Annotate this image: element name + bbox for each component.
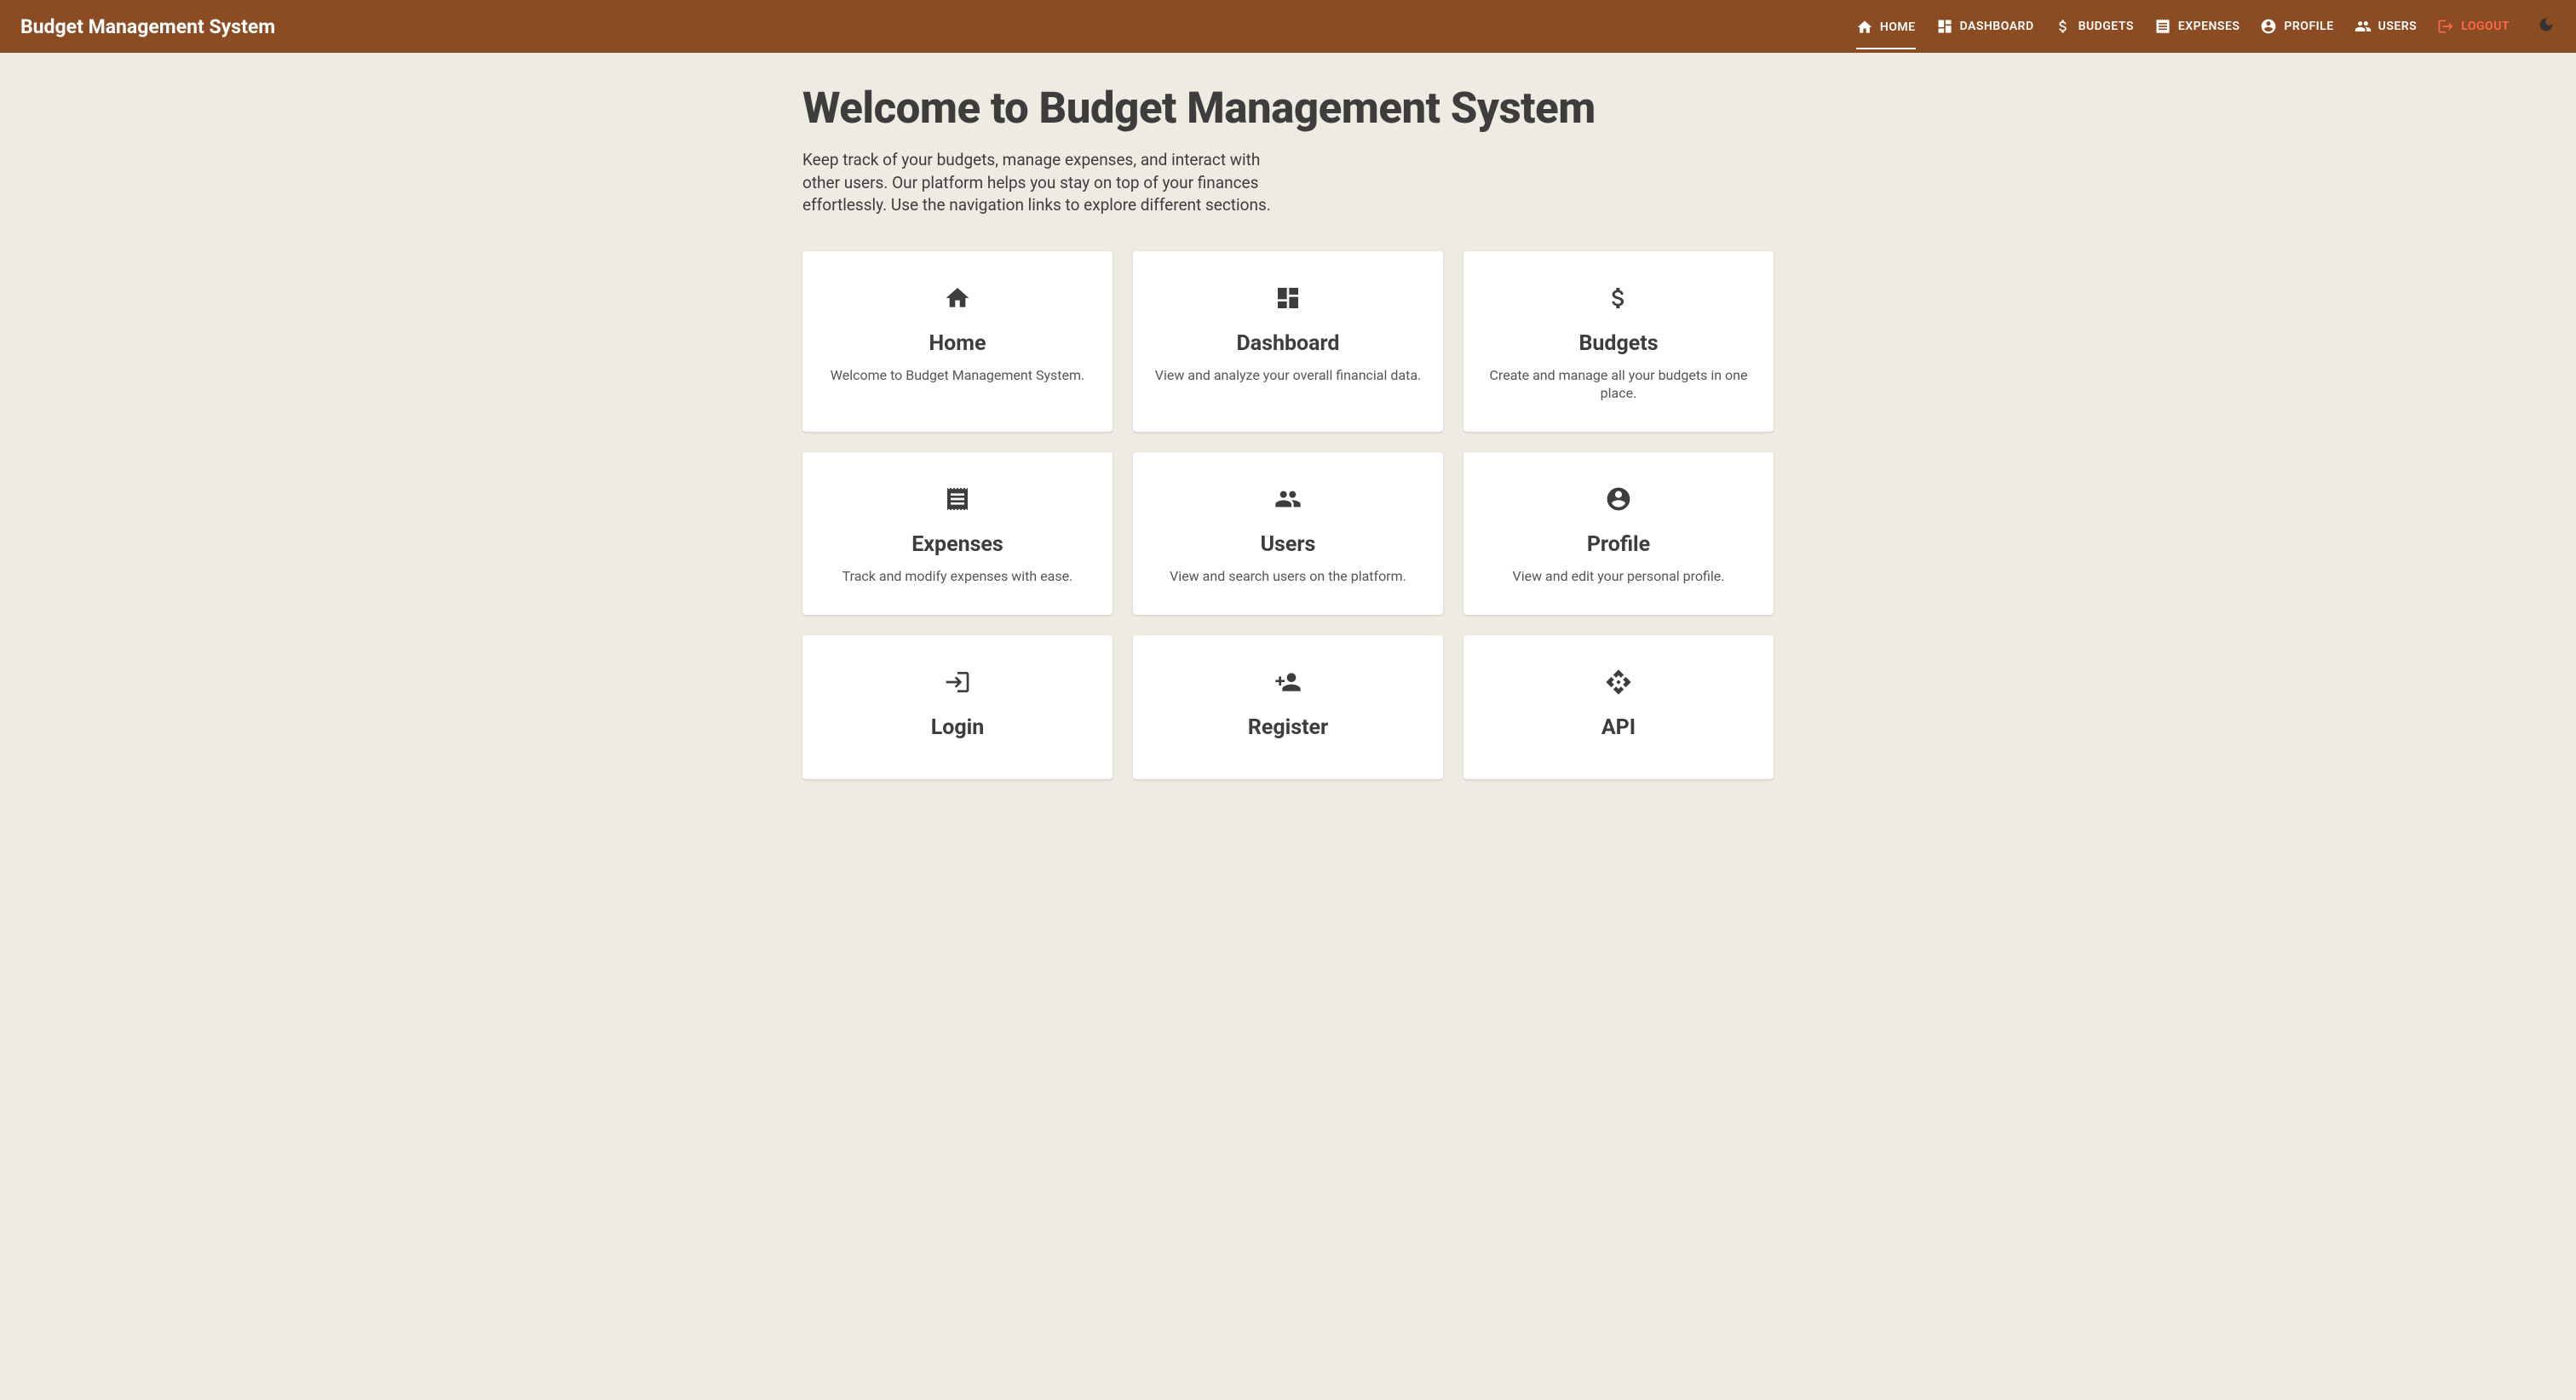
card-title: Home (823, 331, 1092, 356)
card-profile[interactable]: Profile View and edit your personal prof… (1463, 452, 1774, 615)
nav-label: BUDGETS (2079, 20, 2134, 33)
nav-label: EXPENSES (2178, 20, 2240, 33)
home-icon (943, 284, 972, 313)
account-circle-icon (2260, 18, 2277, 35)
dashboard-icon (1274, 284, 1302, 313)
card-description: View and search users on the platform. (1153, 567, 1423, 586)
receipt-icon (2154, 18, 2171, 35)
nav-logout[interactable]: LOGOUT (2437, 14, 2510, 38)
nav-label: PROFILE (2284, 20, 2333, 33)
dashboard-icon (1936, 18, 1953, 35)
nav-users[interactable]: USERS (2355, 14, 2418, 38)
card-login[interactable]: Login (802, 635, 1113, 779)
theme-toggle[interactable] (2537, 17, 2556, 36)
card-description: Welcome to Budget Management System. (823, 366, 1092, 385)
nav-label: HOME (1880, 20, 1916, 34)
card-api[interactable]: API (1463, 635, 1774, 779)
card-description: View and analyze your overall financial … (1153, 366, 1423, 385)
page-description: Keep track of your budgets, manage expen… (802, 149, 1279, 217)
card-users[interactable]: Users View and search users on the platf… (1133, 452, 1443, 615)
card-title: Profile (1484, 532, 1753, 557)
card-title: Dashboard (1153, 331, 1423, 356)
card-register[interactable]: Register (1133, 635, 1443, 779)
receipt-icon (943, 485, 972, 514)
card-title: Login (823, 715, 1092, 740)
nav-label: LOGOUT (2461, 20, 2510, 33)
card-title: Budgets (1484, 331, 1753, 356)
card-home[interactable]: Home Welcome to Budget Management System… (802, 251, 1113, 432)
logout-icon (2437, 18, 2454, 35)
dollar-icon (2055, 18, 2072, 35)
nav-label: DASHBOARD (1960, 20, 2034, 33)
card-title: API (1484, 715, 1753, 740)
login-icon (943, 668, 972, 697)
card-title: Register (1153, 715, 1423, 740)
nav-items: HOME DASHBOARD BUDGETS EXPENSES PROFILE (1856, 14, 2556, 38)
account-circle-icon (1604, 485, 1633, 514)
card-budgets[interactable]: Budgets Create and manage all your budge… (1463, 251, 1774, 432)
moon-icon (2538, 16, 2555, 37)
card-description: View and edit your personal profile. (1484, 567, 1753, 586)
nav-dashboard[interactable]: DASHBOARD (1936, 14, 2034, 38)
card-title: Users (1153, 532, 1423, 557)
api-icon (1604, 668, 1633, 697)
person-add-icon (1274, 668, 1302, 697)
navbar: Budget Management System HOME DASHBOARD … (0, 0, 2576, 53)
people-icon (2355, 18, 2372, 35)
card-expenses[interactable]: Expenses Track and modify expenses with … (802, 452, 1113, 615)
home-icon (1856, 19, 1873, 36)
card-title: Expenses (823, 532, 1092, 557)
card-dashboard[interactable]: Dashboard View and analyze your overall … (1133, 251, 1443, 432)
dollar-icon (1604, 284, 1633, 313)
page-title: Welcome to Budget Management System (802, 83, 1774, 134)
nav-budgets[interactable]: BUDGETS (2055, 14, 2134, 38)
nav-home[interactable]: HOME (1856, 15, 1916, 49)
nav-label: USERS (2378, 20, 2418, 33)
app-brand[interactable]: Budget Management System (20, 15, 275, 38)
people-icon (1274, 485, 1302, 514)
nav-expenses[interactable]: EXPENSES (2154, 14, 2240, 38)
cards-grid: Home Welcome to Budget Management System… (802, 251, 1774, 779)
main-container: Welcome to Budget Management System Keep… (802, 53, 1774, 813)
nav-profile[interactable]: PROFILE (2260, 14, 2333, 38)
card-description: Track and modify expenses with ease. (823, 567, 1092, 586)
card-description: Create and manage all your budgets in on… (1484, 366, 1753, 403)
